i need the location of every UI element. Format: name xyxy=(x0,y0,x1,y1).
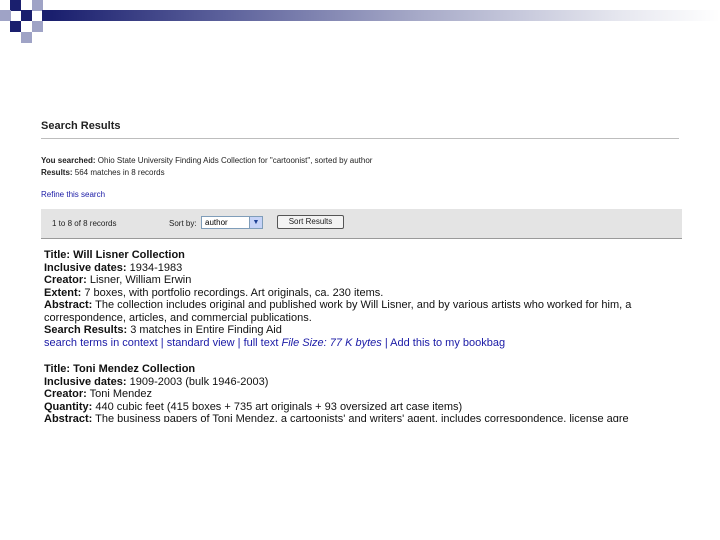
decor-square xyxy=(32,21,43,32)
field-value: The collection includes original and pub… xyxy=(92,299,632,311)
full-text-link[interactable]: full text xyxy=(244,337,279,349)
record-abstract-line: Abstract: The collection includes origin… xyxy=(44,299,631,312)
field-value: 1934-1983 xyxy=(126,261,183,274)
sort-select[interactable]: author ▼ xyxy=(201,216,263,229)
decor-square xyxy=(0,10,11,21)
standard-view-link[interactable]: standard view xyxy=(167,337,235,349)
field-value: Lisner, William Erwin xyxy=(86,274,192,286)
record-dates-line: Inclusive dates: 1909-2003 (bulk 1946-20… xyxy=(44,376,629,389)
field-label: Title: xyxy=(44,249,71,261)
decor-square xyxy=(21,10,32,21)
chevron-down-icon[interactable]: ▼ xyxy=(249,217,262,228)
searched-label: You searched: xyxy=(41,156,96,165)
results-toolbar: 1 to 8 of 8 records Sort by: author ▼ So… xyxy=(41,209,682,238)
search-results-screenshot: Search Results You searched: Ohio State … xyxy=(38,110,682,422)
field-value: 440 cubic feet (415 boxes + 735 art orig… xyxy=(92,400,463,413)
divider xyxy=(41,238,682,239)
record-extent-line: Extent: 7 boxes, with portfolio recordin… xyxy=(44,287,631,300)
record-title: Will Lisner Collection xyxy=(70,249,185,261)
decor-square xyxy=(10,21,21,32)
field-label: Inclusive dates: xyxy=(44,261,127,274)
field-value: The business papers of Toni Mendez, a ca… xyxy=(92,413,629,422)
field-value: 7 boxes, with portfolio recordings. Art … xyxy=(81,286,384,299)
record-creator-line: Creator: Toni Mendez xyxy=(44,388,629,401)
field-label: Creator: xyxy=(44,274,87,286)
page-title: Search Results xyxy=(41,120,121,132)
slide-header-gradient-bar xyxy=(52,10,720,21)
decor-square xyxy=(10,0,21,11)
result-record: Title: Toni Mendez Collection Inclusive … xyxy=(44,363,629,422)
field-label: Abstract: xyxy=(44,299,93,311)
record-abstract-line: Abstract: The business papers of Toni Me… xyxy=(44,413,629,422)
record-abstract-continued: correspondence, articles, and commercial… xyxy=(44,311,312,324)
results-value: 564 matches in 8 records xyxy=(72,168,165,177)
field-label: Quantity: xyxy=(44,400,93,413)
field-value: Toni Mendez xyxy=(86,388,153,400)
divider xyxy=(41,138,679,139)
search-terms-in-context-link[interactable]: search terms in context xyxy=(44,337,158,349)
record-title-line: Title: Will Lisner Collection xyxy=(44,249,631,262)
record-search-results-line: Search Results: 3 matches in Entire Find… xyxy=(44,324,631,337)
sort-results-button[interactable]: Sort Results xyxy=(277,215,344,229)
record-title-line: Title: Toni Mendez Collection xyxy=(44,363,629,376)
sort-select-value: author xyxy=(205,218,228,227)
searched-value: Ohio State University Finding Aids Colle… xyxy=(95,156,373,165)
field-value: 1909-2003 (bulk 1946-2003) xyxy=(126,375,269,388)
field-label: Search Results: xyxy=(44,324,128,336)
record-creator-line: Creator: Lisner, William Erwin xyxy=(44,274,631,287)
record-title: Toni Mendez Collection xyxy=(70,363,196,375)
results-label: Results: xyxy=(41,168,73,177)
field-value: 3 matches in Entire Finding Aid xyxy=(127,324,282,336)
add-to-bookbag-link[interactable]: Add this to my bookbag xyxy=(390,337,505,349)
record-links: search terms in context | standard view … xyxy=(44,336,506,349)
field-label: Inclusive dates: xyxy=(44,375,127,388)
search-summary: You searched: Ohio State University Find… xyxy=(41,156,372,165)
sort-by-label: Sort by: xyxy=(169,219,197,228)
record-dates-line: Inclusive dates: 1934-1983 xyxy=(44,262,631,275)
result-record: Title: Will Lisner Collection Inclusive … xyxy=(44,249,631,349)
field-label: Extent: xyxy=(44,286,82,299)
field-label: Title: xyxy=(44,363,71,375)
results-summary: Results: 564 matches in 8 records xyxy=(41,168,165,177)
decor-square xyxy=(21,32,32,43)
field-label: Abstract: xyxy=(44,413,93,422)
record-quantity-line: Quantity: 440 cubic feet (415 boxes + 73… xyxy=(44,401,629,414)
slide-corner-squares-decoration xyxy=(0,0,60,50)
field-label: Creator: xyxy=(44,388,87,400)
file-size: File Size: 77 K bytes xyxy=(281,336,382,349)
refine-search-link[interactable]: Refine this search xyxy=(41,190,105,199)
record-count: 1 to 8 of 8 records xyxy=(52,219,117,228)
